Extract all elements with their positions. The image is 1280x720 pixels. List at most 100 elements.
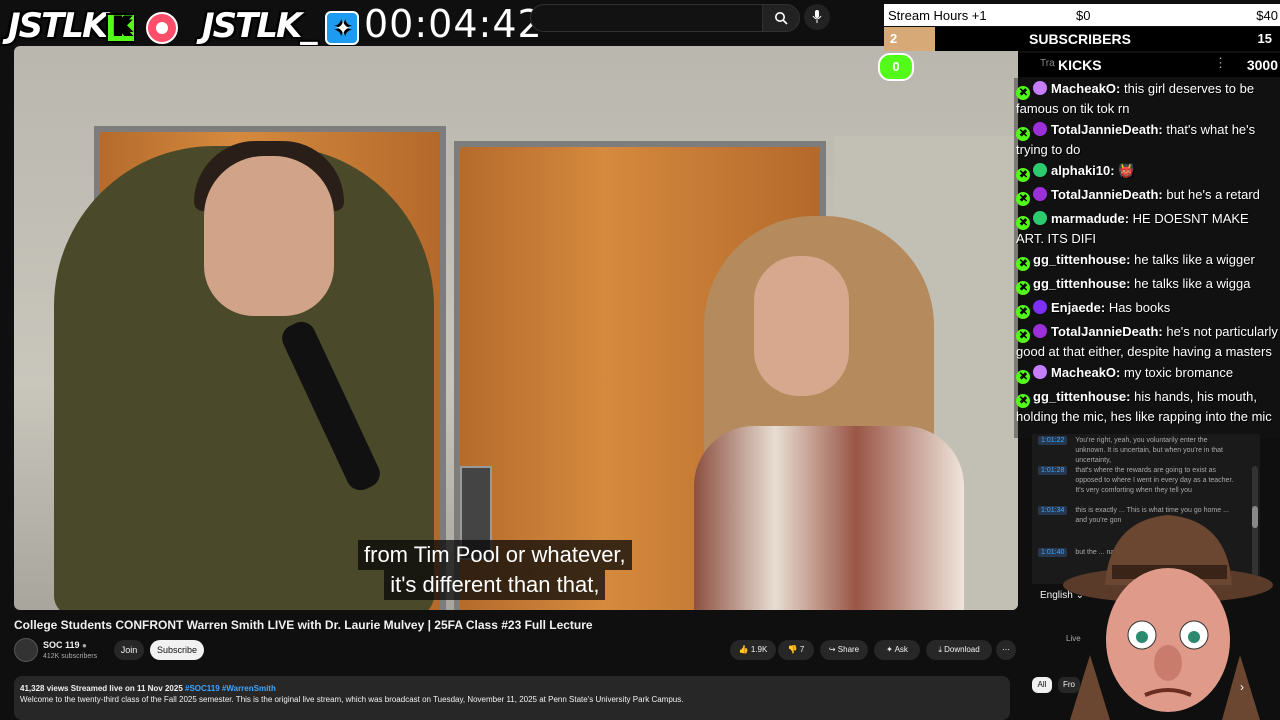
microphone-icon bbox=[812, 10, 822, 23]
chat-username[interactable]: MacheakO: bbox=[1051, 81, 1120, 96]
kick-badge-icon: ✕ bbox=[1016, 370, 1030, 384]
chip-from[interactable]: Fro bbox=[1058, 677, 1080, 693]
caption-line-2: it's different than that, bbox=[384, 570, 606, 600]
logo-text: JSTLK bbox=[8, 6, 108, 46]
logo-text-2: JSTLK_ bbox=[202, 6, 317, 46]
kick-badge-icon: ✕ bbox=[1016, 168, 1030, 182]
twitter-handle-logo: JSTLK_ ✦ bbox=[202, 6, 360, 46]
stream-hours-label: Stream Hours +1 bbox=[888, 8, 987, 23]
description-meta: 41,328 views Streamed live on 11 Nov 202… bbox=[20, 684, 276, 693]
subscribe-button[interactable]: Subscribe bbox=[150, 640, 204, 660]
search-input[interactable] bbox=[530, 4, 764, 32]
dislike-button[interactable]: 👎 7 bbox=[778, 640, 814, 660]
chat-message: ✕ alphaki10: 👹 bbox=[1014, 160, 1280, 184]
kick-badge-icon: ✕ bbox=[1016, 216, 1030, 230]
hashtags-link[interactable]: #SOC119 #WarrenSmith bbox=[185, 684, 276, 693]
subscribers-goal: 2 SUBSCRIBERS 15 bbox=[884, 27, 1280, 51]
kick-badge-icon: ✕ bbox=[1016, 305, 1030, 319]
video-player[interactable] bbox=[14, 46, 1018, 610]
search-button[interactable] bbox=[762, 4, 800, 32]
like-count: 1.9K bbox=[750, 645, 768, 654]
kicks-goal: 0 Tra KICKS ⋮ 3000 bbox=[878, 53, 1280, 81]
kicks-current: 0 bbox=[878, 53, 914, 81]
more-horizontal-icon: ⋯ bbox=[1002, 645, 1010, 654]
share-button[interactable]: ↪ Share bbox=[820, 640, 868, 660]
detective-avatar bbox=[1063, 515, 1273, 720]
dislike-count: 7 bbox=[799, 645, 805, 654]
kick-badge-icon: ✕ bbox=[1016, 394, 1030, 408]
chat-username[interactable]: gg_tittenhouse: bbox=[1033, 276, 1131, 291]
chat-message: ✕ gg_tittenhouse: he talks like a wigger bbox=[1014, 249, 1280, 273]
chat-message: ✕ gg_tittenhouse: he talks like a wigga bbox=[1014, 273, 1280, 297]
channel-name[interactable]: SOC 119 ● bbox=[43, 640, 87, 650]
description-text: Welcome to the twenty-third class of the… bbox=[20, 695, 684, 704]
user-badge-icon bbox=[1033, 122, 1047, 136]
kick-logo-icon: K bbox=[106, 12, 137, 43]
kick-badge-icon: ✕ bbox=[1016, 127, 1030, 141]
transcript-line[interactable]: 1:01:28 that's where the rewards are goin… bbox=[1038, 466, 1248, 496]
kick-badge-icon: ✕ bbox=[1016, 192, 1030, 206]
kick-badge-icon: ✕ bbox=[1016, 257, 1030, 271]
chat-text: but he's a retard bbox=[1166, 187, 1260, 202]
thumbs-up-icon: 👍 bbox=[738, 645, 749, 654]
record-icon bbox=[146, 11, 179, 44]
more-actions-button[interactable]: ⋯ bbox=[996, 640, 1016, 660]
voice-search-button[interactable] bbox=[804, 4, 830, 30]
chip-all[interactable]: All bbox=[1032, 677, 1052, 693]
kicks-bar: Tra KICKS ⋮ 3000 bbox=[1018, 53, 1280, 77]
sparkle-icon: ✦ bbox=[886, 645, 893, 654]
views-and-date: 41,328 views Streamed live on 11 Nov 202… bbox=[20, 684, 183, 693]
twitter-icon: ✦ bbox=[325, 10, 360, 45]
kick-badge-icon: ✕ bbox=[1016, 281, 1030, 295]
chat-username[interactable]: Enjaede: bbox=[1051, 300, 1105, 315]
user-badge-icon bbox=[1033, 324, 1047, 338]
chat-username[interactable]: MacheakO: bbox=[1051, 365, 1120, 380]
description-box[interactable]: 41,328 views Streamed live on 11 Nov 202… bbox=[14, 676, 1010, 720]
ask-label: Ask bbox=[894, 645, 908, 654]
transcript-text: You're right, yeah, you voluntarily ente… bbox=[1075, 437, 1224, 464]
woman-figure bbox=[694, 426, 964, 610]
transcript-timestamp[interactable]: 1:01:28 bbox=[1038, 466, 1068, 475]
download-label: Download bbox=[944, 645, 980, 654]
chat-username[interactable]: gg_tittenhouse: bbox=[1033, 252, 1131, 267]
kick-badge-icon: ✕ bbox=[1016, 329, 1030, 343]
channel-avatar[interactable] bbox=[14, 638, 38, 662]
chat-username[interactable]: TotalJannieDeath: bbox=[1051, 187, 1163, 202]
join-button[interactable]: Join bbox=[114, 640, 144, 660]
chat-username[interactable]: alphaki10: bbox=[1051, 163, 1115, 178]
stream-timer: 00:04:42 bbox=[364, 2, 543, 46]
chat-username[interactable]: gg_tittenhouse: bbox=[1033, 389, 1131, 404]
download-button[interactable]: ⤓ Download bbox=[926, 640, 992, 660]
thumbs-down-icon: 👎 bbox=[787, 645, 798, 654]
stream-hours-goal: Stream Hours +1 $0 $40 bbox=[884, 4, 1280, 26]
like-button[interactable]: 👍 1.9K bbox=[730, 640, 776, 660]
woman-face bbox=[754, 256, 849, 396]
chat-message: ✕ marmadude: HE DOESNT MAKE ART. ITS DIFI bbox=[1014, 208, 1280, 249]
stream-hours-min: $0 bbox=[1076, 8, 1091, 23]
transcript-line[interactable]: 1:01:22 You're right, yeah, you voluntari… bbox=[1038, 436, 1248, 466]
chat-message: ✕ Enjaede: Has books bbox=[1014, 297, 1280, 321]
subscribers-current: 2 bbox=[890, 31, 898, 46]
right-pupil bbox=[1188, 631, 1200, 643]
chevron-right-icon[interactable]: › bbox=[1240, 680, 1244, 694]
kick-badge-icon: ✕ bbox=[1016, 86, 1030, 100]
chat-username[interactable]: TotalJannieDeath: bbox=[1051, 324, 1163, 339]
chat-text: 👹 bbox=[1118, 163, 1135, 178]
user-badge-icon bbox=[1033, 365, 1047, 379]
channel-name-text: SOC 119 bbox=[43, 640, 80, 650]
video-captions: from Tim Pool or whatever, it's differen… bbox=[358, 540, 632, 600]
kicks-label: KICKS bbox=[1058, 57, 1102, 73]
more-options-icon[interactable]: ⋮ bbox=[1214, 55, 1227, 71]
ask-button[interactable]: ✦ Ask bbox=[874, 640, 920, 660]
chat-username[interactable]: TotalJannieDeath: bbox=[1051, 122, 1163, 137]
chat-message: ✕ TotalJannieDeath: but he's a retard bbox=[1014, 184, 1280, 208]
user-badge-icon bbox=[1033, 163, 1047, 177]
subscriber-count: 412K subscribers bbox=[43, 653, 98, 660]
user-badge-icon bbox=[1033, 187, 1047, 201]
verified-icon: ● bbox=[82, 641, 87, 650]
left-pupil bbox=[1136, 631, 1148, 643]
chat-username[interactable]: marmadude: bbox=[1051, 211, 1129, 226]
stream-logo: JSTLK K bbox=[8, 6, 179, 46]
video-title: College Students CONFRONT Warren Smith L… bbox=[14, 618, 593, 632]
transcript-timestamp[interactable]: 1:01:22 bbox=[1038, 436, 1068, 445]
